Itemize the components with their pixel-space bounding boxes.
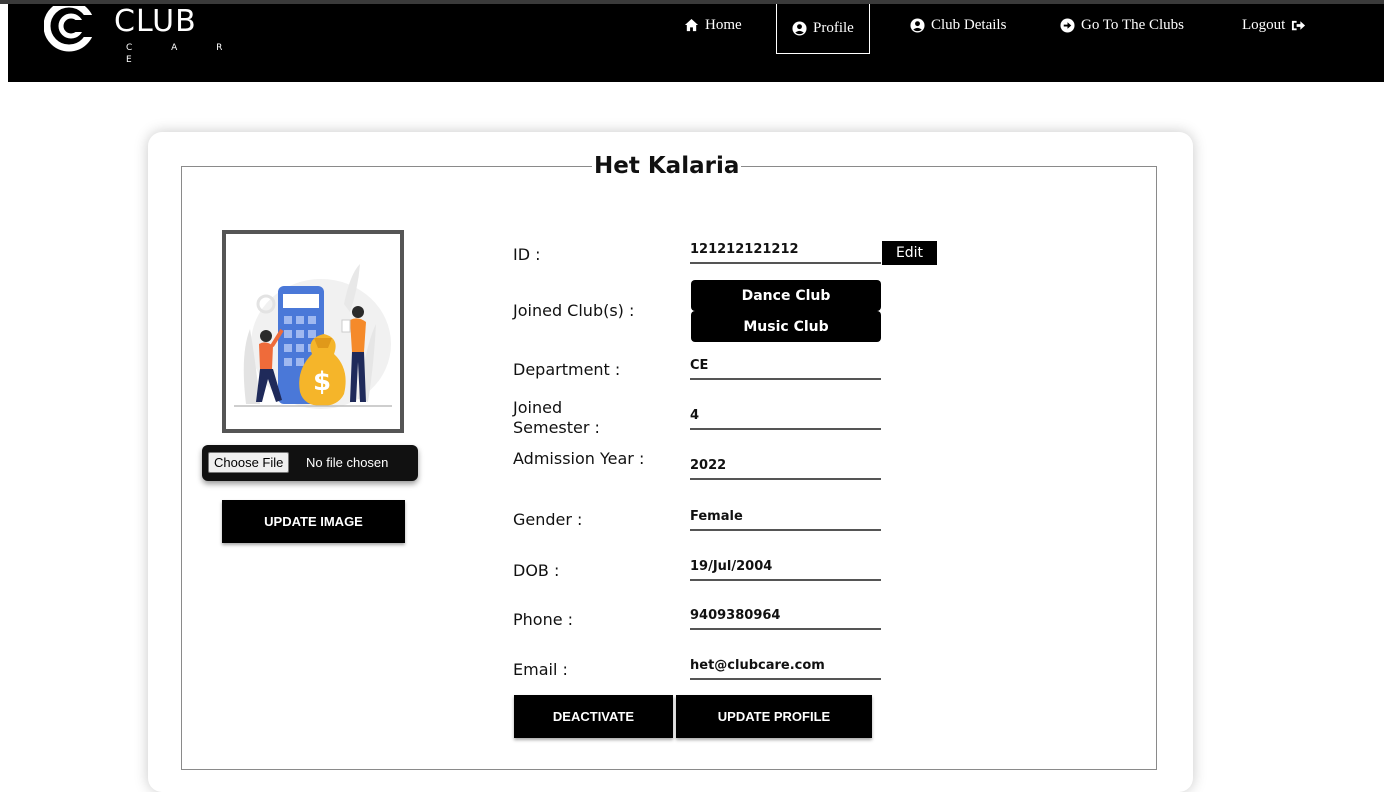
dob-label: DOB : <box>513 561 560 580</box>
file-status-text: No file chosen <box>306 455 389 470</box>
gender-value: Female <box>690 507 881 531</box>
deactivate-button[interactable]: DEACTIVATE <box>514 695 673 738</box>
nav-logout-label: Logout <box>1242 17 1286 33</box>
edit-id-button[interactable]: Edit <box>882 241 937 265</box>
nav-profile[interactable]: Profile <box>776 4 870 54</box>
dob-value: 19/Jul/2004 <box>690 557 881 581</box>
user-circle-icon <box>910 18 925 33</box>
logo-mark-icon <box>44 6 106 52</box>
email-value: het@clubcare.com <box>690 656 881 680</box>
id-label: ID : <box>513 245 541 264</box>
file-input-wrapper[interactable]: Choose File No file chosen <box>202 445 418 481</box>
id-value: 121212121212 <box>690 240 881 264</box>
admission-year-label: Admission Year : <box>513 449 645 468</box>
department-value: CE <box>690 356 881 380</box>
email-label: Email : <box>513 660 568 679</box>
arrow-circle-right-icon <box>1060 18 1075 33</box>
club-dance-button[interactable]: Dance Club <box>691 280 881 311</box>
finance-illustration: $ <box>234 264 392 409</box>
profile-image: $ <box>222 230 404 433</box>
phone-label: Phone : <box>513 610 574 629</box>
user-circle-icon <box>792 21 807 36</box>
nav-home[interactable]: Home <box>684 4 742 53</box>
logo[interactable]: CLUB C A R E <box>44 4 244 65</box>
sign-out-icon <box>1292 20 1306 31</box>
update-profile-button[interactable]: UPDATE PROFILE <box>676 695 872 738</box>
home-icon <box>684 18 699 32</box>
joined-clubs-label: Joined Club(s) : <box>513 301 635 320</box>
svg-text:$: $ <box>313 367 331 397</box>
nav-go-to-clubs-label: Go To The Clubs <box>1081 17 1184 33</box>
nav-home-label: Home <box>705 17 742 33</box>
semester-label: Joined Semester : <box>513 398 600 437</box>
phone-value: 9409380964 <box>690 606 881 630</box>
update-image-button[interactable]: UPDATE IMAGE <box>222 500 405 543</box>
department-label: Department : <box>513 360 621 379</box>
profile-name: Het Kalaria <box>592 148 742 184</box>
navbar: CLUB C A R E Home Profile Club Details G… <box>8 4 1384 82</box>
nav-logout[interactable]: Logout <box>1242 4 1306 53</box>
logo-title: CLUB <box>114 4 197 39</box>
nav-go-to-clubs[interactable]: Go To The Clubs <box>1060 4 1184 53</box>
nav-club-details[interactable]: Club Details <box>910 4 1006 53</box>
choose-file-button[interactable]: Choose File <box>208 452 290 473</box>
logo-subtitle: C A R E <box>126 43 241 65</box>
gender-label: Gender : <box>513 510 583 529</box>
nav-profile-label: Profile <box>813 20 854 36</box>
admission-year-value: 2022 <box>690 456 881 480</box>
club-music-button[interactable]: Music Club <box>691 311 881 342</box>
nav-club-details-label: Club Details <box>931 17 1007 33</box>
semester-value: 4 <box>690 406 881 430</box>
